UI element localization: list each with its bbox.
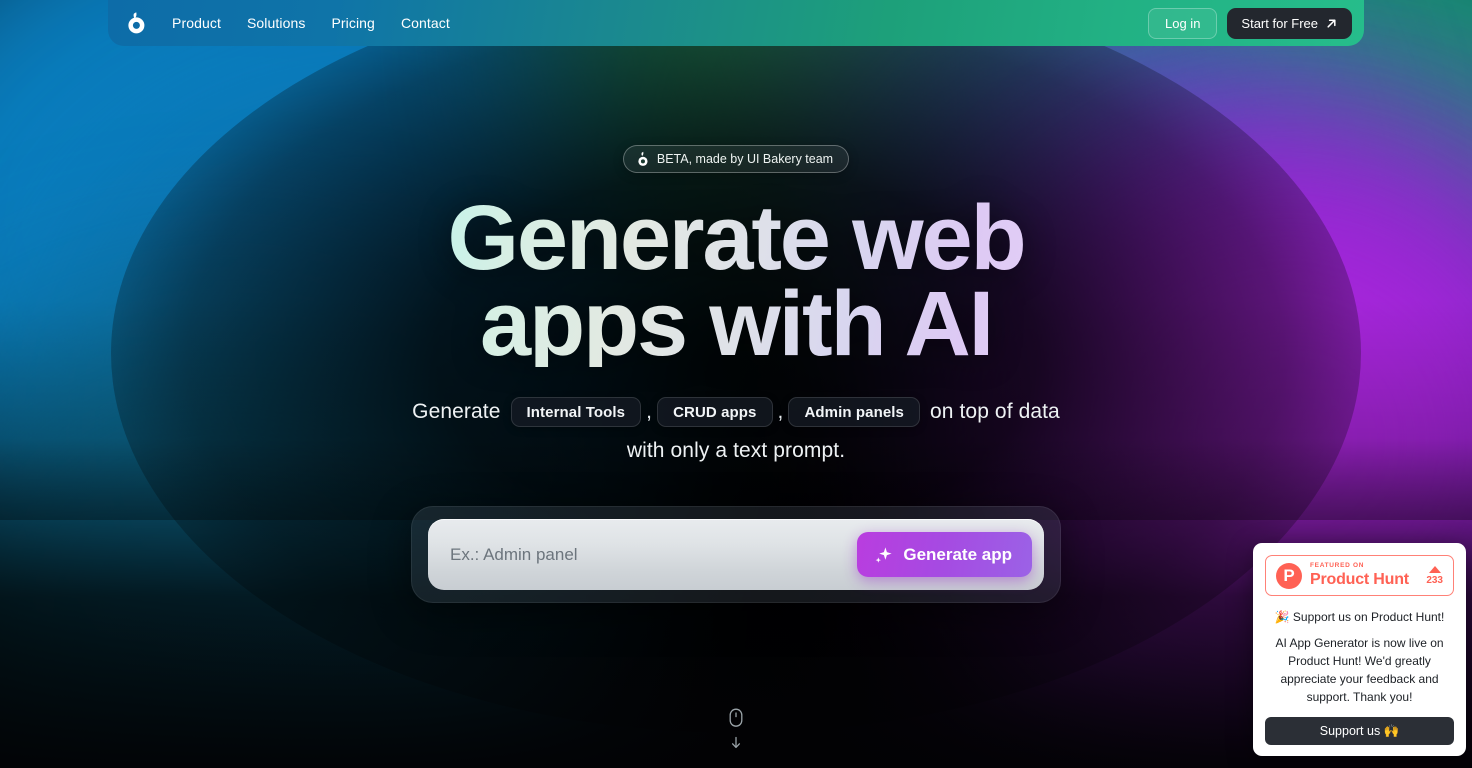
start-for-free-label: Start for Free	[1241, 15, 1318, 31]
beta-badge[interactable]: BETA, made by UI Bakery team	[622, 145, 850, 173]
subline-suffix: on top of data	[930, 400, 1060, 423]
site-header: Product Solutions Pricing Contact Log in…	[108, 0, 1364, 46]
product-hunt-brand: Product Hunt	[1310, 570, 1409, 588]
prompt-bar: Generate app	[428, 519, 1044, 590]
triangle-up-icon	[1428, 565, 1441, 573]
hero-subline: Generate Internal Tools , CRUD apps , Ad…	[405, 397, 1067, 427]
product-hunt-featured-label: FEATURED ON	[1310, 562, 1365, 570]
pill-internal-tools[interactable]: Internal Tools	[510, 397, 642, 427]
prompt-bar-frame: Generate app	[411, 506, 1061, 603]
start-for-free-button[interactable]: Start for Free	[1227, 7, 1352, 39]
nav-item-contact[interactable]: Contact	[401, 15, 450, 31]
product-hunt-headline: 🎉 Support us on Product Hunt!	[1274, 610, 1445, 624]
product-hunt-badge-text: FEATURED ON Product Hunt	[1310, 563, 1409, 588]
product-hunt-upvotes[interactable]: 233	[1426, 565, 1443, 586]
subline-separator-2: ,	[777, 400, 784, 423]
ui-bakery-logo-icon	[638, 151, 648, 166]
hero-subline-second: with only a text prompt.	[626, 439, 846, 462]
page-title: Generate web apps with AI	[386, 192, 1086, 370]
nav-item-product[interactable]: Product	[172, 15, 221, 31]
product-hunt-widget: P FEATURED ON Product Hunt 233 🎉 Support…	[1253, 543, 1466, 756]
pill-crud-apps[interactable]: CRUD apps	[657, 397, 773, 427]
hero-section: BETA, made by UI Bakery team Generate we…	[0, 0, 1472, 768]
subline-separator-1: ,	[646, 400, 653, 423]
generate-app-label: Generate app	[903, 544, 1012, 564]
nav-item-pricing[interactable]: Pricing	[331, 15, 375, 31]
primary-nav: Product Solutions Pricing Contact	[172, 15, 450, 31]
product-hunt-badge[interactable]: P FEATURED ON Product Hunt 233	[1265, 555, 1454, 596]
product-hunt-logo-letter: P	[1283, 566, 1295, 585]
beta-badge-label: BETA, made by UI Bakery team	[656, 152, 834, 166]
ui-bakery-logo-icon[interactable]	[122, 8, 152, 38]
product-hunt-body: AI App Generator is now live on Product …	[1275, 636, 1444, 704]
product-hunt-upvote-count: 233	[1426, 574, 1443, 586]
generate-app-button[interactable]: Generate app	[857, 532, 1032, 577]
login-button[interactable]: Log in	[1148, 7, 1218, 39]
arrow-down-icon	[731, 736, 741, 749]
subline-prefix: Generate	[412, 400, 501, 423]
product-hunt-logo-icon: P	[1276, 562, 1302, 589]
mouse-scroll-icon	[729, 708, 743, 727]
scroll-hint	[727, 708, 745, 750]
prompt-input[interactable]	[450, 544, 858, 565]
sparkle-icon	[875, 546, 892, 563]
header-actions: Log in Start for Free	[1148, 7, 1352, 39]
arrow-up-right-icon	[1327, 18, 1336, 28]
nav-item-solutions[interactable]: Solutions	[247, 15, 306, 31]
page-root: Product Solutions Pricing Contact Log in…	[0, 0, 1472, 768]
pill-admin-panels[interactable]: Admin panels	[788, 397, 920, 427]
support-us-button[interactable]: Support us 🙌	[1265, 717, 1454, 745]
